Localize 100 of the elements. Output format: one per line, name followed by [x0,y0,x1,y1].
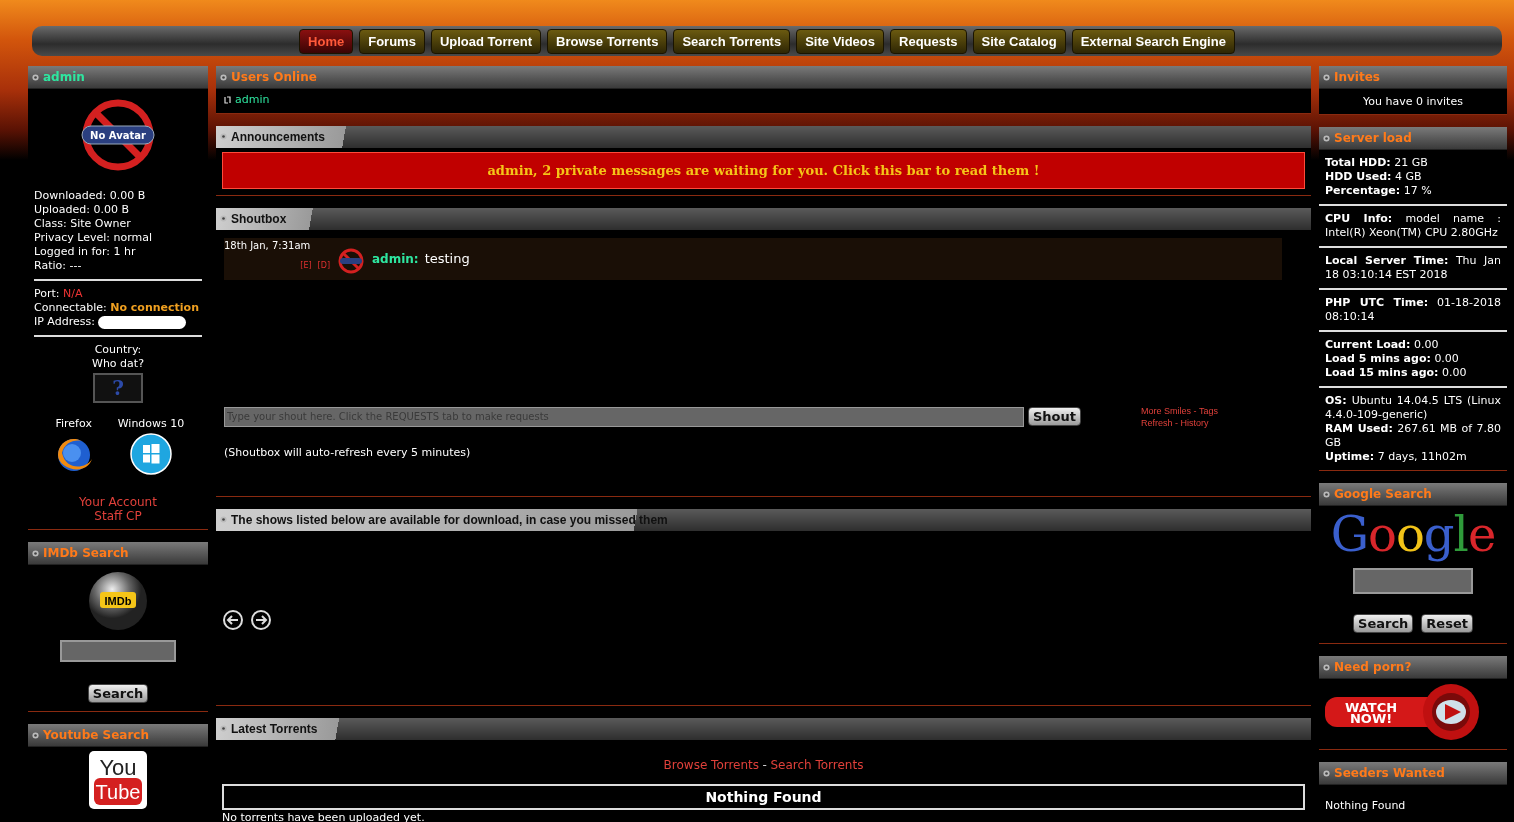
stat-line: Logged in for: 1 hr [34,245,137,259]
nav-tab[interactable]: Forums [359,28,425,54]
bullet-icon [220,133,227,140]
server-stat: Load 15 mins ago: 0.00 [1325,366,1468,380]
imdb-logo-icon: IMDb [88,571,148,631]
account-link[interactable]: Your Account [79,495,157,509]
empty-message: No torrents have been uploaded yet. [222,810,426,822]
shoutbox-link[interactable]: Refresh [1141,417,1173,428]
bullet-icon [1323,73,1330,81]
nav-tab[interactable]: External Search Engine [1071,28,1235,54]
watch-now-banner[interactable]: WATCH NOW! [1323,683,1503,741]
arrow-right-icon[interactable] [250,608,272,631]
account-link[interactable]: Staff CP [94,509,142,523]
bullet-icon [220,73,227,81]
section-title: Announcements [231,129,325,144]
nav-tab[interactable]: Search Torrents [673,28,791,54]
stat-line: Privacy Level: normal [34,231,154,245]
nav-tab[interactable]: Site Videos [796,28,884,54]
server-stat: RAM Used: 267.61 MB of 7.80 GB [1325,422,1501,450]
server-stat: OS: Ubuntu 14.04.5 LTS (Linux 4.4.0-109-generic) [1325,394,1501,422]
stat-line: Downloaded: 0.00 B [34,189,147,203]
country-label: Country: [93,343,143,357]
shout-button[interactable]: Shout [1028,407,1082,426]
link-separator: - [1175,417,1179,428]
panel-title: IMDb Search [43,546,129,560]
bullet-icon [1323,134,1330,142]
bullet-icon [1323,663,1330,671]
server-stat: Load 5 mins ago: 0.00 [1325,352,1460,366]
bullet-icon [220,516,227,523]
unknown-flag: ? [93,373,143,403]
torrent-link[interactable]: Search Torrents [770,757,864,772]
server-stat: Uptime: 7 days, 11h02m [1325,450,1468,464]
shout-text: testing [424,250,470,266]
country-value: Who dat? [91,357,145,371]
private-message-bar[interactable]: admin, 2 private messages are waiting for you. Click this bar to read them ! [222,151,1305,189]
shout-author[interactable]: admin: [372,251,419,266]
stat-line: Uploaded: 0.00 B [34,203,131,217]
google-logo: Google [1329,506,1497,562]
nav-tab[interactable]: Upload Torrent [430,28,542,54]
browser-label: Windows 10 [117,417,185,431]
server-stat: CPU Info: model name : Intel(R) Xeon(TM) CPU 2.80GHz [1325,212,1501,240]
bullet-icon [220,725,227,732]
section-title: Latest Torrents [231,721,318,736]
no-avatar-icon [338,247,364,274]
torrent-link[interactable]: Browse Torrents [663,757,760,772]
link-separator: - [1193,405,1197,416]
connection-line: IP Address: [34,315,202,329]
server-stat: Percentage: 17 % [1325,184,1433,198]
arrow-left-icon[interactable] [222,608,244,631]
refresh-note: (Shoutbox will auto-refresh every 5 minutes) [224,445,472,459]
server-stat: Current Load: 0.00 [1325,338,1440,352]
online-user-link[interactable]: admin [235,93,270,106]
no-avatar-icon: No Avatar [80,97,156,173]
bullet-icon [220,215,227,222]
google-search-field[interactable] [1353,568,1473,594]
section-title: Shoutbox [231,211,287,226]
panel-title: Google Search [1334,487,1432,501]
invites-text: You have 0 invites [1362,94,1464,110]
panel-title: Invites [1334,70,1380,84]
shout-action-link[interactable]: [D] [317,260,330,270]
shout-action-link[interactable]: [E] [300,260,312,270]
youtube-logo-icon: You Tube [89,751,147,809]
panel-title: Seeders Wanted [1334,766,1445,780]
server-stat: Total HDD: 21 GB [1325,156,1429,170]
bullet-icon [32,731,39,739]
nav-tab[interactable]: Browse Torrents [547,28,668,54]
user-status-icon [224,95,232,104]
bullet-icon [32,73,39,81]
nav-tab[interactable]: Home [299,28,354,54]
search-button[interactable]: Search [87,684,149,703]
nothing-found-heading: Nothing Found [222,783,1305,810]
seeders-text: Nothing Found [1324,798,1407,814]
nav-tab[interactable]: Site Catalog [972,28,1066,54]
windows-logo-icon [130,433,172,475]
google-button[interactable]: Reset [1421,614,1473,633]
link-separator: - [762,757,767,772]
section-title: The shows listed below are available for download, in case you missed them [231,512,668,527]
shoutbox-link[interactable]: Tags [1198,405,1218,416]
bullet-icon [1323,769,1330,777]
bullet-icon [32,549,39,557]
server-stat: HDD Used: 4 GB [1325,170,1423,184]
panel-title: Youtube Search [43,728,149,742]
panel-title: admin [43,70,85,84]
stat-line: Ratio: --- [34,259,83,273]
server-stat: Local Server Time: Thu Jan 18 03:10:14 EST 2018 [1325,254,1501,282]
panel-title: Server load [1334,131,1412,145]
nav-tab[interactable]: Requests [890,28,967,54]
connection-line: Port: N/A [34,287,84,301]
shoutbox-link[interactable]: More Smiles [1141,405,1192,416]
google-button[interactable]: Search [1353,614,1414,633]
imdb-search-field[interactable] [60,640,176,662]
shout-time: 18th Jan, 7:31am [224,239,311,251]
connection-line: Connectable: No connection [34,301,200,315]
shoutbox-link[interactable]: History [1180,417,1209,428]
stat-line: Class: Site Owner [34,217,132,231]
server-stat: PHP UTC Time: 01-18-2018 08:10:14 [1325,296,1501,324]
browser-label: Firefox [55,417,92,431]
panel-title: Users Online [231,70,317,84]
panel-title: Need porn? [1334,660,1412,674]
bullet-icon [1323,490,1330,498]
